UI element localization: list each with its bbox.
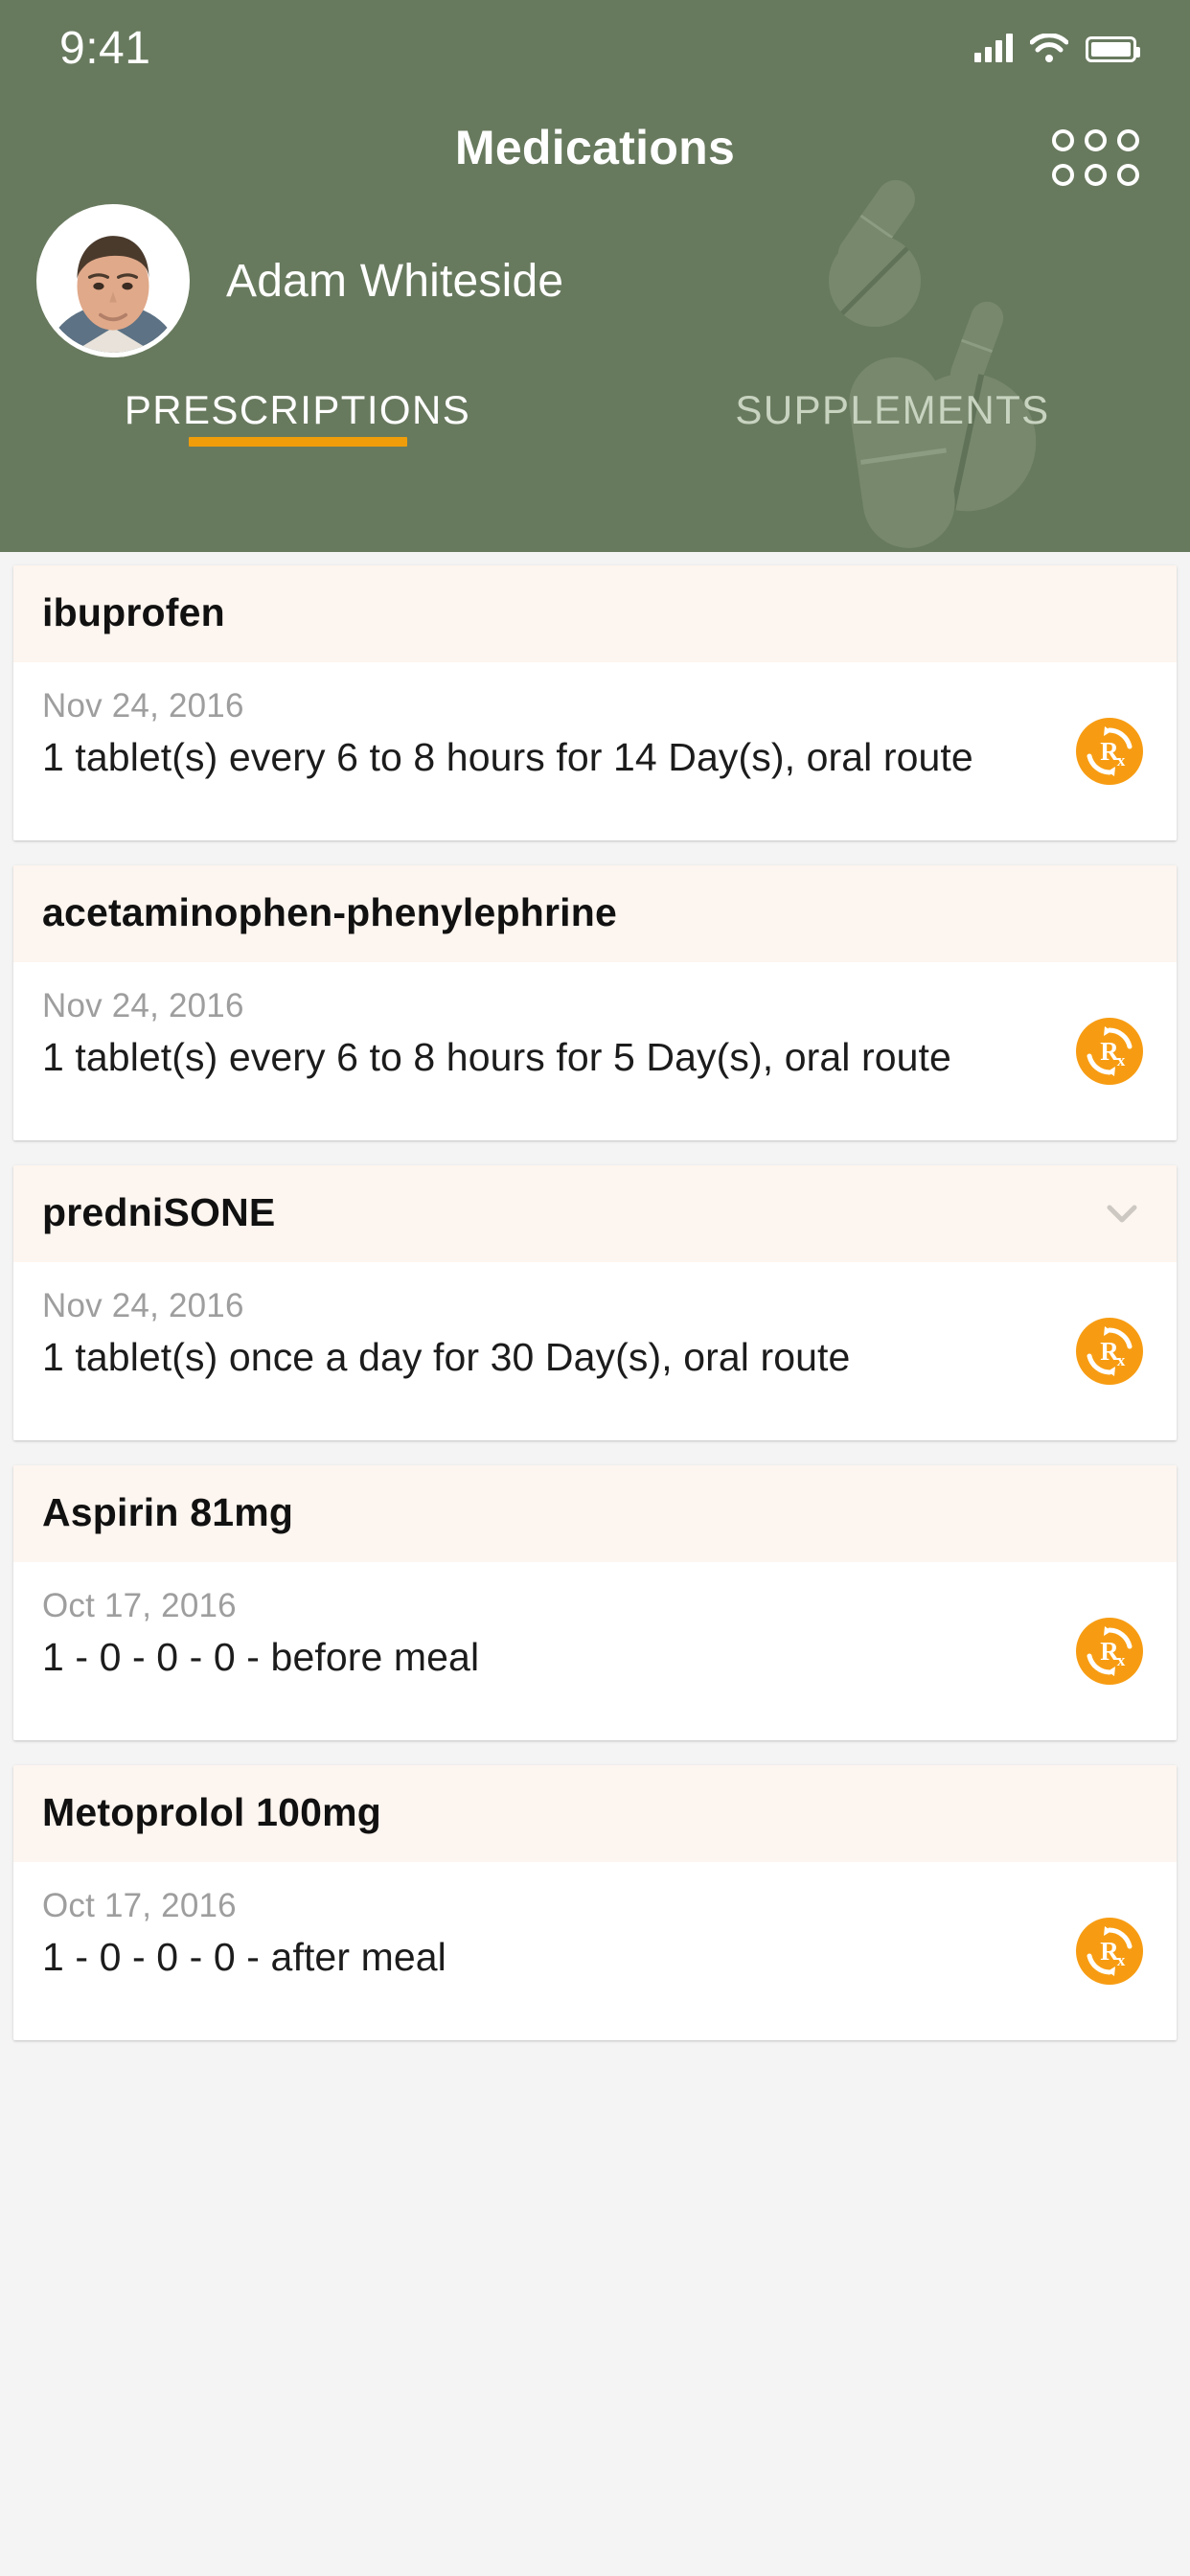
tab-supplements[interactable]: SUPPLEMENTS bbox=[595, 387, 1190, 447]
patient-profile-row[interactable]: Adam Whiteside bbox=[0, 199, 1190, 362]
tab-bar: PRESCRIPTIONS SUPPLEMENTS bbox=[0, 362, 1190, 447]
medication-name: predniSONE bbox=[42, 1190, 276, 1234]
wifi-icon bbox=[1029, 33, 1069, 62]
status-clock: 9:41 bbox=[59, 22, 151, 74]
medication-dose: 1 tablet(s) every 6 to 8 hours for 14 Da… bbox=[42, 735, 973, 779]
status-icon-group bbox=[974, 33, 1140, 62]
medication-date: Nov 24, 2016 bbox=[42, 1287, 244, 1324]
rx-refill-icon[interactable]: R x bbox=[1075, 717, 1144, 786]
medication-card-body: Nov 24, 2016 1 tablet(s) every 6 to 8 ho… bbox=[13, 662, 1177, 840]
medication-date: Oct 17, 2016 bbox=[42, 1587, 237, 1624]
medication-card[interactable]: Aspirin 81mg Oct 17, 2016 1 - 0 - 0 - 0 … bbox=[13, 1465, 1177, 1740]
battery-full-icon bbox=[1086, 36, 1140, 62]
status-bar: 9:41 bbox=[0, 0, 1190, 96]
medication-list: ibuprofen Nov 24, 2016 1 tablet(s) every… bbox=[0, 552, 1190, 2040]
medication-date: Nov 24, 2016 bbox=[42, 687, 244, 724]
medication-card[interactable]: acetaminophen-phenylephrine Nov 24, 2016… bbox=[13, 865, 1177, 1140]
chevron-down-icon[interactable] bbox=[1100, 1191, 1144, 1235]
cellular-signal-icon bbox=[974, 34, 1013, 62]
page-title: Medications bbox=[454, 121, 736, 174]
medication-date: Nov 24, 2016 bbox=[42, 987, 244, 1024]
medication-dose: 1 - 0 - 0 - 0 - after meal bbox=[42, 1935, 446, 1979]
medication-dose: 1 - 0 - 0 - 0 - before meal bbox=[42, 1635, 480, 1679]
medication-card-header[interactable]: predniSONE bbox=[13, 1165, 1177, 1262]
header-title-row: Medications bbox=[0, 96, 1190, 199]
svg-text:x: x bbox=[1117, 1951, 1126, 1969]
medication-card[interactable]: Metoprolol 100mg Oct 17, 2016 1 - 0 - 0 … bbox=[13, 1765, 1177, 2040]
medication-dose: 1 tablet(s) once a day for 30 Day(s), or… bbox=[42, 1335, 851, 1379]
rx-refill-icon[interactable]: R x bbox=[1075, 1617, 1144, 1686]
rx-refill-icon[interactable]: R x bbox=[1075, 1917, 1144, 1986]
medication-card-body: Nov 24, 2016 1 tablet(s) once a day for … bbox=[13, 1262, 1177, 1440]
app-screen: 9:41 Medications Adam Whiteside PRESCRIP… bbox=[0, 0, 1190, 2576]
medication-name: acetaminophen-phenylephrine bbox=[42, 890, 617, 934]
medication-name: ibuprofen bbox=[42, 590, 225, 634]
medication-card[interactable]: ibuprofen Nov 24, 2016 1 tablet(s) every… bbox=[13, 565, 1177, 840]
medication-card-header[interactable]: acetaminophen-phenylephrine bbox=[13, 865, 1177, 962]
svg-text:x: x bbox=[1117, 1051, 1126, 1070]
avatar[interactable] bbox=[36, 204, 190, 357]
tab-supplements-label: SUPPLEMENTS bbox=[735, 387, 1050, 432]
medication-card-header[interactable]: ibuprofen bbox=[13, 565, 1177, 662]
tab-prescriptions-label: PRESCRIPTIONS bbox=[124, 387, 471, 432]
medication-card[interactable]: predniSONE Nov 24, 2016 1 tablet(s) once… bbox=[13, 1165, 1177, 1440]
svg-text:x: x bbox=[1117, 1651, 1126, 1669]
rx-refill-icon[interactable]: R x bbox=[1075, 1017, 1144, 1086]
medication-date: Oct 17, 2016 bbox=[42, 1887, 237, 1924]
medication-card-header[interactable]: Aspirin 81mg bbox=[13, 1465, 1177, 1562]
svg-text:x: x bbox=[1117, 1351, 1126, 1369]
medication-name: Aspirin 81mg bbox=[42, 1490, 294, 1534]
medication-card-body: Nov 24, 2016 1 tablet(s) every 6 to 8 ho… bbox=[13, 962, 1177, 1140]
app-header: 9:41 Medications Adam Whiteside PRESCRIP… bbox=[0, 0, 1190, 552]
tab-prescriptions[interactable]: PRESCRIPTIONS bbox=[0, 387, 595, 447]
medication-dose: 1 tablet(s) every 6 to 8 hours for 5 Day… bbox=[42, 1035, 951, 1079]
rx-refill-icon[interactable]: R x bbox=[1075, 1317, 1144, 1386]
medication-card-body: Oct 17, 2016 1 - 0 - 0 - 0 - after meal … bbox=[13, 1862, 1177, 2040]
svg-text:x: x bbox=[1117, 751, 1126, 770]
medication-name: Metoprolol 100mg bbox=[42, 1790, 382, 1834]
patient-name: Adam Whiteside bbox=[226, 255, 564, 307]
grid-menu-icon[interactable] bbox=[1046, 123, 1144, 192]
medication-card-header[interactable]: Metoprolol 100mg bbox=[13, 1765, 1177, 1862]
medication-card-body: Oct 17, 2016 1 - 0 - 0 - 0 - before meal… bbox=[13, 1562, 1177, 1740]
